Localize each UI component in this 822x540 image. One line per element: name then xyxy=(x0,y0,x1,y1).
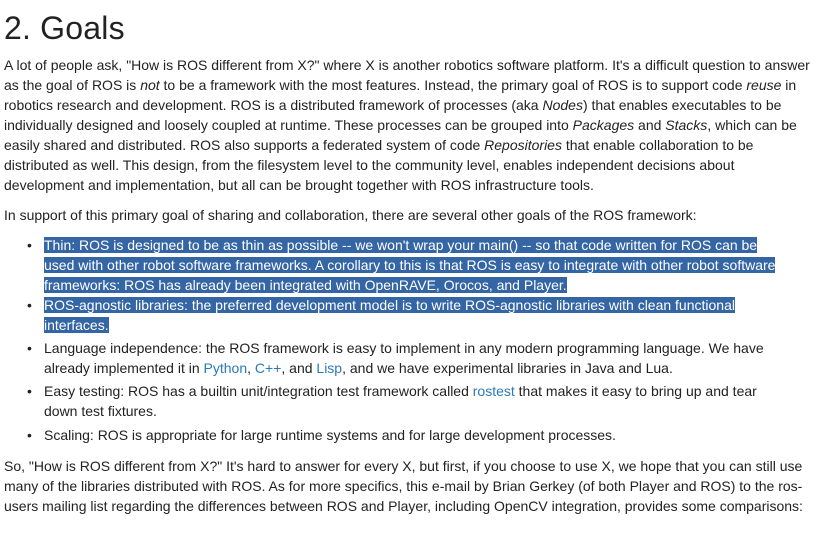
closing-paragraph: So, "How is ROS different from X?" It's … xyxy=(4,458,803,514)
emphasis-nodes: Nodes xyxy=(542,97,583,113)
document-page: 2. Goals A lot of people ask, "How is RO… xyxy=(0,0,822,540)
lisp-link[interactable]: Lisp xyxy=(316,360,342,376)
goal-scaling: Scaling: ROS is appropriate for large ru… xyxy=(0,425,780,445)
lang-text-2: , xyxy=(247,360,255,376)
python-link[interactable]: Python xyxy=(204,360,248,376)
intro-paragraph: A lot of people ask, "How is ROS differe… xyxy=(4,55,816,195)
rostest-link[interactable]: rostest xyxy=(473,383,515,399)
support-paragraph: In support of this primary goal of shari… xyxy=(4,207,697,223)
goal-easy-testing: Easy testing: ROS has a builtin unit/int… xyxy=(0,381,780,421)
goals-list: Thin: ROS is designed to be as thin as p… xyxy=(0,235,822,445)
goal-thin: Thin: ROS is designed to be as thin as p… xyxy=(0,235,780,295)
selected-text-thin[interactable]: Thin: ROS is designed to be as thin as p… xyxy=(44,237,776,293)
test-text-1: Easy testing: ROS has a builtin unit/int… xyxy=(44,383,473,399)
goal-ros-agnostic: ROS-agnostic libraries: the preferred de… xyxy=(0,295,780,335)
intro-text-5: and xyxy=(634,117,666,133)
goal-language-independence: Language independence: the ROS framework… xyxy=(0,338,780,378)
selected-text-agnostic[interactable]: ROS-agnostic libraries: the preferred de… xyxy=(44,297,735,333)
section-heading: 2. Goals xyxy=(4,10,125,46)
emphasis-stacks: Stacks xyxy=(665,117,708,133)
emphasis-repositories: Repositories xyxy=(484,137,562,153)
emphasis-reuse: reuse xyxy=(746,77,782,93)
emphasis-packages: Packages xyxy=(572,117,635,133)
intro-text-2: to be a framework with the most features… xyxy=(159,77,747,93)
lang-text-4: , and we have experimental libraries in … xyxy=(342,360,673,376)
emphasis-not: not xyxy=(140,77,160,93)
lang-text-3: , and xyxy=(281,360,317,376)
cpp-link[interactable]: C++ xyxy=(255,360,281,376)
